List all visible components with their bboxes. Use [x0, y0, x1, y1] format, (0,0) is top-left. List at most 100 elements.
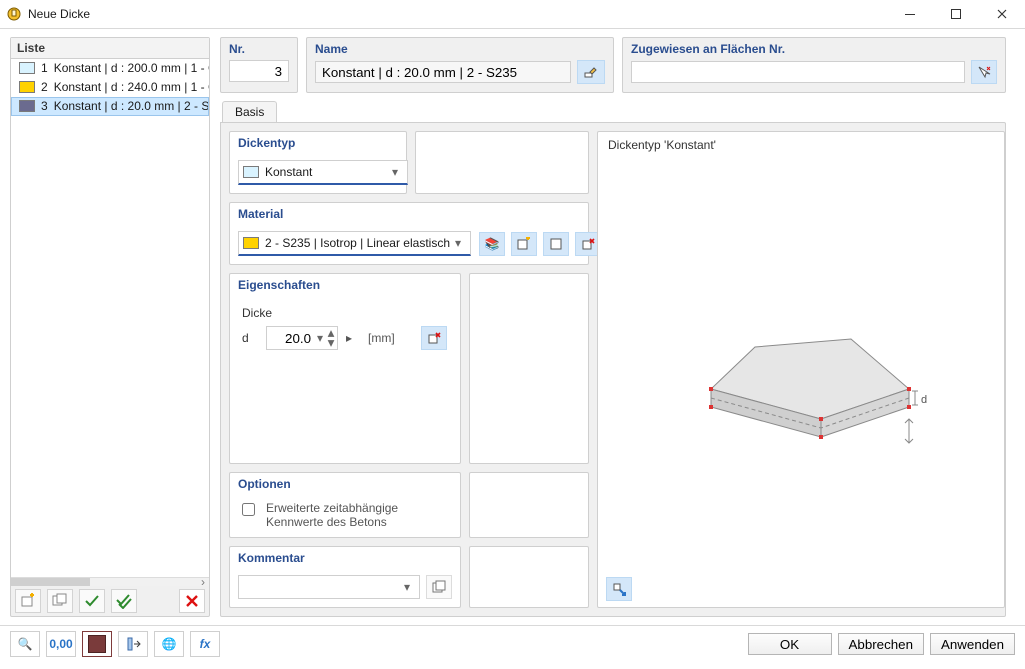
eigenschaften-title: Eigenschaften	[230, 274, 460, 296]
titlebar: Neue Dicke	[0, 0, 1025, 29]
d-step-arrows[interactable]: ▴ ▾	[325, 328, 337, 348]
list-item-no: 2	[41, 80, 48, 94]
optionen-side-card	[469, 472, 589, 538]
fx-button[interactable]: fx	[190, 631, 220, 657]
search-icon: 🔍	[18, 637, 33, 651]
dickentyp-card: Dickentyp Konstant ▾	[229, 131, 407, 194]
close-button[interactable]	[979, 0, 1025, 28]
optionen-card: Optionen Erweiterte zeitabhängige Kennwe…	[229, 472, 461, 538]
library-icon: 📚	[485, 237, 500, 251]
dicke-label: Dicke	[242, 306, 448, 320]
list-item-text: Konstant | d : 200.0 mm | 1 - C30…	[54, 61, 209, 75]
assign-group: Zugewiesen an Flächen Nr.	[622, 37, 1006, 93]
material-title: Material	[230, 203, 588, 225]
apply-right-icon[interactable]: ▸	[346, 331, 360, 345]
material-new-button[interactable]	[511, 232, 537, 256]
rename-button[interactable]	[577, 60, 605, 84]
name-input[interactable]	[315, 61, 571, 83]
footer: 🔍 0,00 🌐 fx OK Abbrechen Anwenden	[0, 625, 1025, 662]
list-item-swatch	[19, 81, 35, 93]
d-value-input[interactable]	[267, 331, 315, 346]
material-card: Material 2 - S235 | Isotrop | Linear ela…	[229, 202, 589, 265]
preview-settings-button[interactable]	[606, 577, 632, 601]
kommentar-combo[interactable]: ▾	[238, 575, 420, 599]
kommentar-card: Kommentar ▾	[229, 546, 461, 608]
new-item-button[interactable]	[15, 589, 41, 613]
units-button[interactable]: 0,00	[46, 631, 76, 657]
ok-button[interactable]: OK	[748, 633, 832, 655]
list-item-swatch	[19, 62, 35, 74]
chevron-down-icon: ▾	[387, 165, 403, 179]
list-h-scrollbar[interactable]: ‹ ›	[11, 577, 209, 586]
list-item[interactable]: 3Konstant | d : 20.0 mm | 2 - S235…	[11, 97, 209, 116]
window-title: Neue Dicke	[28, 7, 90, 21]
option-ext-concrete[interactable]: Erweiterte zeitabhängige Kennwerte des B…	[238, 501, 452, 529]
list-item-text: Konstant | d : 20.0 mm | 2 - S235…	[54, 99, 209, 113]
option-ext-concrete-label: Erweiterte zeitabhängige Kennwerte des B…	[266, 501, 452, 529]
apply-button[interactable]: Anwenden	[930, 633, 1015, 655]
list-item[interactable]: 1 Konstant | d : 200.0 mm | 1 - C30…	[11, 59, 209, 78]
name-group: Name	[306, 37, 614, 93]
assign-label: Zugewiesen an Flächen Nr.	[631, 42, 997, 56]
globe-button[interactable]: 🌐	[154, 631, 184, 657]
tab-basis[interactable]: Basis	[222, 101, 277, 123]
sheet-icon	[549, 237, 563, 251]
dickentyp-title: Dickentyp	[230, 132, 406, 154]
kommentar-title: Kommentar	[230, 547, 460, 569]
slab-illustration: d	[671, 269, 931, 469]
material-edit-button[interactable]	[543, 232, 569, 256]
copy-item-button[interactable]	[47, 589, 73, 613]
gear-arrow-icon	[612, 582, 626, 596]
check-all-button[interactable]	[111, 589, 137, 613]
thickness-list[interactable]: 1 Konstant | d : 200.0 mm | 1 - C30… 2 Kons…	[11, 59, 209, 577]
delete-item-button[interactable]	[179, 589, 205, 613]
material-value: 2 - S235 | Isotrop | Linear elastisch	[265, 236, 450, 250]
check-item-button[interactable]	[79, 589, 105, 613]
material-swatch	[243, 237, 259, 249]
list-item[interactable]: 2 Konstant | d : 240.0 mm | 1 - C30…	[11, 78, 209, 97]
pick-icon	[427, 331, 441, 345]
d-dropdown-icon[interactable]: ▾	[315, 331, 325, 345]
nr-group: Nr.	[220, 37, 298, 93]
help-button[interactable]: 🔍	[10, 631, 40, 657]
color-swatch-button[interactable]	[82, 631, 112, 657]
list-item-text: Konstant | d : 240.0 mm | 1 - C30…	[54, 80, 209, 94]
assign-input[interactable]	[631, 61, 965, 83]
list-toolbar	[11, 586, 209, 616]
material-library-button[interactable]: 📚	[479, 232, 505, 256]
globe-icon: 🌐	[162, 637, 177, 651]
list-item-swatch	[19, 100, 35, 112]
pick-surfaces-button[interactable]	[971, 60, 997, 84]
dickentyp-value: Konstant	[265, 165, 387, 179]
notes-icon	[432, 580, 446, 594]
cancel-button[interactable]: Abbrechen	[838, 633, 924, 655]
nr-input[interactable]	[229, 60, 289, 82]
option-ext-concrete-checkbox[interactable]	[242, 503, 255, 516]
d-spin[interactable]: ▾ ▴ ▾	[266, 326, 338, 350]
maximize-button[interactable]	[933, 0, 979, 28]
scroll-thumb[interactable]	[11, 578, 90, 586]
name-label: Name	[315, 42, 605, 56]
nr-label: Nr.	[229, 42, 289, 56]
dickentyp-swatch	[243, 166, 259, 178]
eigenschaften-side-card	[469, 273, 589, 464]
d-step-down[interactable]: ▾	[325, 338, 337, 348]
d-unit: [mm]	[368, 331, 395, 345]
section-tool-button[interactable]	[118, 631, 148, 657]
list-panel: Liste 1Konstant | d : 200.0 mm | 1 - C30…	[10, 37, 210, 617]
app-icon	[6, 6, 22, 22]
swatch-icon	[88, 635, 106, 653]
minimize-button[interactable]	[887, 0, 933, 28]
section-icon	[125, 636, 141, 652]
kommentar-side-card	[469, 546, 589, 608]
list-item-no: 1	[41, 61, 48, 75]
preview-body: d	[598, 160, 1004, 577]
scroll-right-icon[interactable]: ›	[197, 578, 209, 586]
dickentyp-combo[interactable]: Konstant ▾	[238, 160, 408, 185]
dimension-d-label: d	[921, 394, 927, 406]
d-pick-button[interactable]	[421, 326, 447, 350]
fx-icon: fx	[200, 637, 211, 651]
material-combo[interactable]: 2 - S235 | Isotrop | Linear elastisch ▾	[238, 231, 471, 256]
new-sheet-icon	[517, 237, 531, 251]
kommentar-extra-button[interactable]	[426, 575, 452, 599]
